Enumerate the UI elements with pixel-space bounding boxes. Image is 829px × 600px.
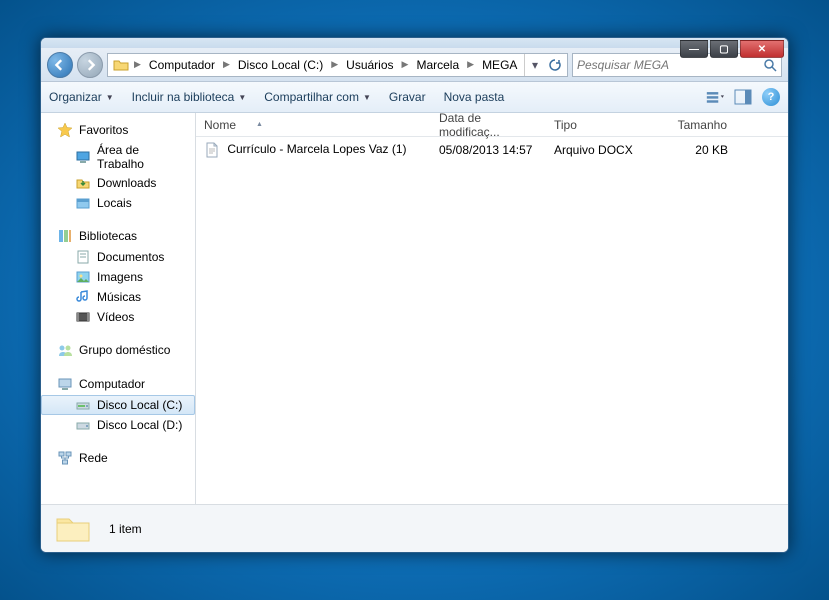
- sidebar-item-images[interactable]: Imagens: [41, 267, 195, 287]
- places-icon: [75, 195, 91, 211]
- refresh-button[interactable]: [545, 54, 565, 76]
- download-icon: [75, 175, 91, 191]
- preview-pane-button[interactable]: [734, 89, 752, 105]
- sidebar-label: Favoritos: [79, 123, 128, 137]
- sidebar-item-label: Locais: [97, 196, 132, 210]
- new-folder-button[interactable]: Nova pasta: [444, 90, 505, 104]
- chevron-right-icon: ▶: [400, 59, 411, 70]
- column-size[interactable]: Tamanho: [646, 113, 736, 136]
- drive-icon: [75, 417, 91, 433]
- breadcrumb-dropdown-button[interactable]: ▾: [525, 54, 545, 76]
- star-icon: [57, 122, 73, 138]
- sidebar-item-drive-c[interactable]: Disco Local (C:): [41, 395, 195, 415]
- sidebar-item-label: Downloads: [97, 176, 156, 190]
- sidebar-item-music[interactable]: Músicas: [41, 287, 195, 307]
- breadcrumb-segment[interactable]: Disco Local (C:): [232, 54, 329, 76]
- close-button[interactable]: ✕: [740, 40, 784, 58]
- breadcrumb-segment[interactable]: Computador: [143, 54, 221, 76]
- chevron-right-icon: ▶: [329, 59, 340, 70]
- share-button[interactable]: Compartilhar com▼: [264, 90, 371, 104]
- explorer-window: — ▢ ✕ ▶ Computador ▶ Disco Local (C:) ▶ …: [40, 37, 789, 553]
- include-library-button[interactable]: Incluir na biblioteca▼: [132, 90, 247, 104]
- window-controls: — ▢ ✕: [680, 40, 784, 58]
- video-icon: [75, 309, 91, 325]
- file-row[interactable]: Currículo - Marcela Lopes Vaz (1) 05/08/…: [196, 139, 788, 161]
- status-count: 1 item: [109, 522, 142, 536]
- file-name: Currículo - Marcela Lopes Vaz (1): [227, 142, 406, 156]
- toolbar: Organizar▼ Incluir na biblioteca▼ Compar…: [41, 82, 788, 113]
- folder-icon: [53, 511, 93, 547]
- sidebar-item-label: Disco Local (C:): [97, 398, 182, 412]
- search-input[interactable]: [577, 58, 763, 72]
- sidebar-item-downloads[interactable]: Downloads: [41, 173, 195, 193]
- music-icon: [75, 289, 91, 305]
- sidebar-label: Grupo doméstico: [79, 343, 170, 357]
- minimize-button[interactable]: —: [680, 40, 708, 58]
- libraries-icon: [57, 228, 73, 244]
- chevron-right-icon: ▶: [221, 59, 232, 70]
- breadcrumb[interactable]: ▶ Computador ▶ Disco Local (C:) ▶ Usuári…: [107, 53, 568, 77]
- sidebar-computer[interactable]: Computador: [41, 373, 195, 395]
- breadcrumb-segment[interactable]: Marcela: [410, 54, 465, 76]
- folder-icon: [112, 56, 130, 74]
- view-button[interactable]: [706, 89, 724, 105]
- drive-icon: [75, 397, 91, 413]
- forward-button[interactable]: [77, 52, 103, 78]
- sidebar-item-desktop[interactable]: Área de Trabalho: [41, 141, 195, 173]
- sidebar-item-label: Imagens: [97, 270, 143, 284]
- sidebar-item-places[interactable]: Locais: [41, 193, 195, 213]
- sidebar-libraries[interactable]: Bibliotecas: [41, 225, 195, 247]
- nav-bar: ▶ Computador ▶ Disco Local (C:) ▶ Usuári…: [41, 48, 788, 82]
- help-button[interactable]: ?: [762, 88, 780, 106]
- maximize-button[interactable]: ▢: [710, 40, 738, 58]
- homegroup-icon: [57, 342, 73, 358]
- computer-icon: [57, 376, 73, 392]
- chevron-right-icon: ▶: [132, 59, 143, 70]
- file-view: Nome Data de modificaç... Tipo Tamanho C…: [196, 113, 788, 504]
- sidebar-item-documents[interactable]: Documentos: [41, 247, 195, 267]
- organize-button[interactable]: Organizar▼: [49, 90, 114, 104]
- sidebar-item-label: Documentos: [97, 250, 164, 264]
- document-icon: [75, 249, 91, 265]
- sidebar-item-drive-d[interactable]: Disco Local (D:): [41, 415, 195, 435]
- column-modified[interactable]: Data de modificaç...: [431, 113, 546, 136]
- sidebar-item-videos[interactable]: Vídeos: [41, 307, 195, 327]
- file-size: 20 KB: [646, 143, 736, 157]
- image-icon: [75, 269, 91, 285]
- sidebar-label: Bibliotecas: [79, 229, 137, 243]
- back-button[interactable]: [47, 52, 73, 78]
- desktop-icon: [75, 149, 91, 165]
- chevron-right-icon: ▶: [465, 59, 476, 70]
- network-icon: [57, 450, 73, 466]
- nav-pane: Favoritos Área de Trabalho Downloads Loc…: [41, 113, 196, 504]
- sidebar-homegroup[interactable]: Grupo doméstico: [41, 339, 195, 361]
- file-type: Arquivo DOCX: [546, 143, 646, 157]
- sidebar-item-label: Músicas: [97, 290, 141, 304]
- docx-icon: [204, 142, 220, 158]
- search-icon: [763, 58, 777, 72]
- sidebar-network[interactable]: Rede: [41, 447, 195, 469]
- sidebar-label: Rede: [79, 451, 108, 465]
- column-type[interactable]: Tipo: [546, 113, 646, 136]
- burn-button[interactable]: Gravar: [389, 90, 426, 104]
- sidebar-item-label: Vídeos: [97, 310, 134, 324]
- breadcrumb-segment[interactable]: MEGA: [476, 54, 523, 76]
- file-list[interactable]: Currículo - Marcela Lopes Vaz (1) 05/08/…: [196, 137, 788, 504]
- sidebar-label: Computador: [79, 377, 145, 391]
- file-modified: 05/08/2013 14:57: [431, 143, 546, 157]
- column-name[interactable]: Nome: [196, 113, 431, 136]
- sidebar-item-label: Disco Local (D:): [97, 418, 182, 432]
- breadcrumb-segment[interactable]: Usuários: [340, 54, 399, 76]
- status-bar: 1 item: [41, 504, 788, 552]
- titlebar[interactable]: [41, 38, 788, 48]
- sidebar-item-label: Área de Trabalho: [97, 143, 189, 171]
- sidebar-favorites[interactable]: Favoritos: [41, 119, 195, 141]
- column-headers: Nome Data de modificaç... Tipo Tamanho: [196, 113, 788, 137]
